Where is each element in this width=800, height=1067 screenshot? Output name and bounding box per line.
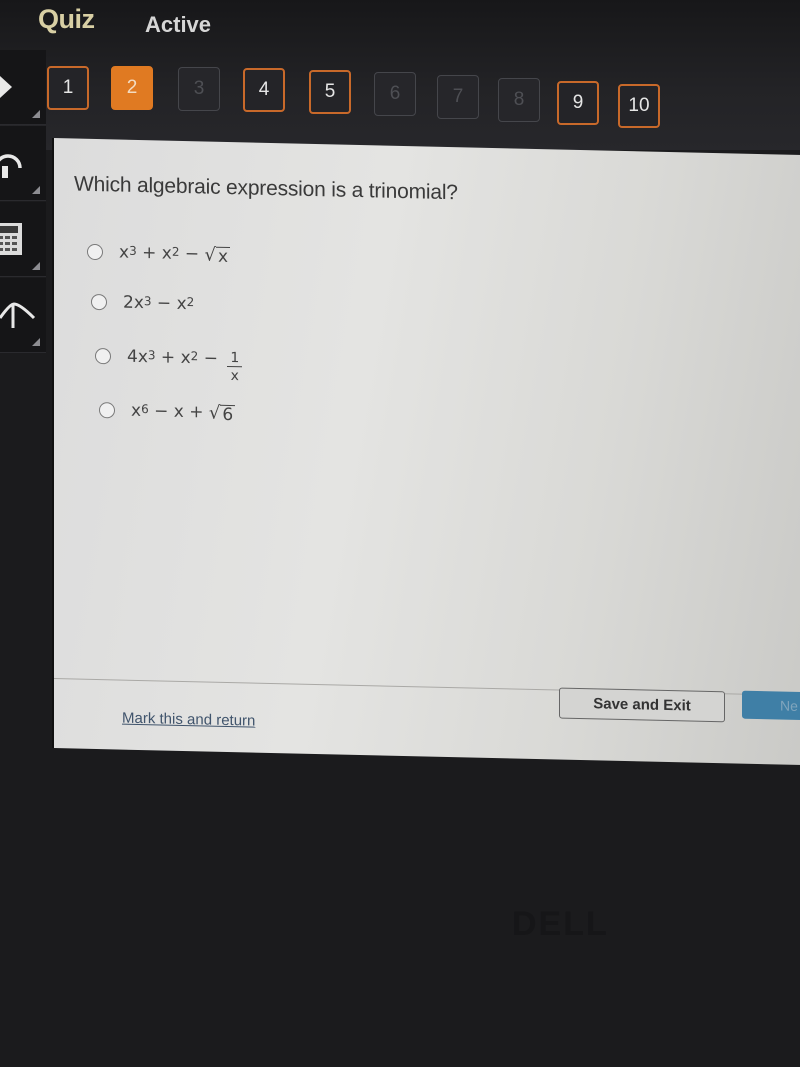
option-expression: x3 + x2 − √ x [119,242,231,266]
formula-reference-icon [0,302,36,328]
answer-option-2[interactable]: 2x 3 − x2 [91,277,242,330]
save-and-exit-button[interactable]: Save and Exit [559,687,725,723]
pointer-tool-button[interactable] [0,50,46,125]
question-number: 5 [324,81,336,102]
term: x [173,401,184,422]
calculator-icon [0,223,22,255]
question-number: 1 [62,77,74,98]
tool-sidebar [0,50,48,353]
square-root: √ 6 [208,402,236,425]
operator: + [183,401,209,423]
operator: − [151,293,177,314]
term: x [119,242,130,263]
exponent: 3 [143,294,152,309]
operator: + [155,347,181,368]
radio-button[interactable] [87,243,103,261]
next-button[interactable]: Ne [742,690,800,721]
question-button-10[interactable]: 10 [618,84,660,128]
question-button-5[interactable]: 5 [309,70,351,114]
radicand: 6 [220,404,236,425]
exponent: 3 [129,243,137,258]
monitor-brand-logo: DELL [512,905,609,943]
term: 2x [123,292,144,314]
term: x [176,293,187,315]
question-button-3[interactable]: 3 [178,67,220,111]
mark-and-return-link[interactable]: Mark this and return [122,710,255,730]
pointer-icon [0,76,12,98]
exponent: 2 [190,349,199,364]
radio-button[interactable] [91,293,107,311]
term: x [180,347,191,369]
question-button-1[interactable]: 1 [47,66,89,110]
expand-corner-icon [32,338,40,346]
numerator: 1 [227,349,243,367]
expand-corner-icon [32,110,40,118]
question-text: Which algebraic expression is a trinomia… [74,172,458,205]
operator: − [198,348,224,369]
answer-options: x3 + x2 − √ x 2x 3 − x2 4x 3 + x 2 − 1 x… [87,227,243,439]
question-button-2[interactable]: 2 [111,66,153,110]
answer-option-1[interactable]: x3 + x2 − √ x [87,227,242,281]
question-number: 3 [193,78,205,99]
audio-tool-button[interactable] [0,126,46,201]
question-number: 8 [513,89,525,110]
radio-button[interactable] [99,402,115,419]
operator: − [148,401,174,422]
square-root: √ x [205,244,231,266]
fraction: 1x [227,349,243,384]
question-navigation: 1 2 3 4 5 6 7 8 9 10 [0,0,800,140]
expand-corner-icon [32,186,40,194]
question-button-9[interactable]: 9 [557,81,599,125]
question-number: 9 [572,92,584,113]
question-panel: Which algebraic expression is a trinomia… [52,138,800,766]
denominator: x [230,367,239,384]
exponent: 3 [147,348,156,363]
radio-button[interactable] [95,347,111,365]
option-expression: x6 − x + √ 6 [131,400,236,425]
question-number: 2 [126,77,138,98]
operator: − [179,243,205,265]
question-button-8[interactable]: 8 [498,78,540,122]
question-number: 4 [258,79,270,100]
headphones-icon [0,154,22,178]
reference-tool-button[interactable] [0,278,46,353]
exponent: 2 [171,244,180,259]
calculator-tool-button[interactable] [0,202,46,277]
question-button-4[interactable]: 4 [243,68,285,112]
answer-option-4[interactable]: x6 − x + √ 6 [99,385,242,438]
term: x [131,400,142,422]
exponent: 6 [141,402,149,417]
term: 4x [127,346,148,368]
expand-corner-icon [32,262,40,270]
term: x [161,243,172,264]
question-number: 6 [389,83,401,104]
answer-option-3[interactable]: 4x 3 + x2 − 1x [95,327,243,388]
question-button-7[interactable]: 7 [437,75,479,119]
radical-sign-icon: √ [208,402,221,424]
exponent: 2 [186,295,195,310]
radicand: x [216,246,231,267]
option-expression: 2x 3 − x2 [123,293,194,315]
radical-sign-icon: √ [204,243,217,266]
question-number: 10 [628,95,650,116]
operator: + [136,242,162,264]
question-number: 7 [452,86,464,107]
option-expression: 4x 3 + x2 − 1x [127,339,243,384]
question-button-6[interactable]: 6 [374,72,416,116]
